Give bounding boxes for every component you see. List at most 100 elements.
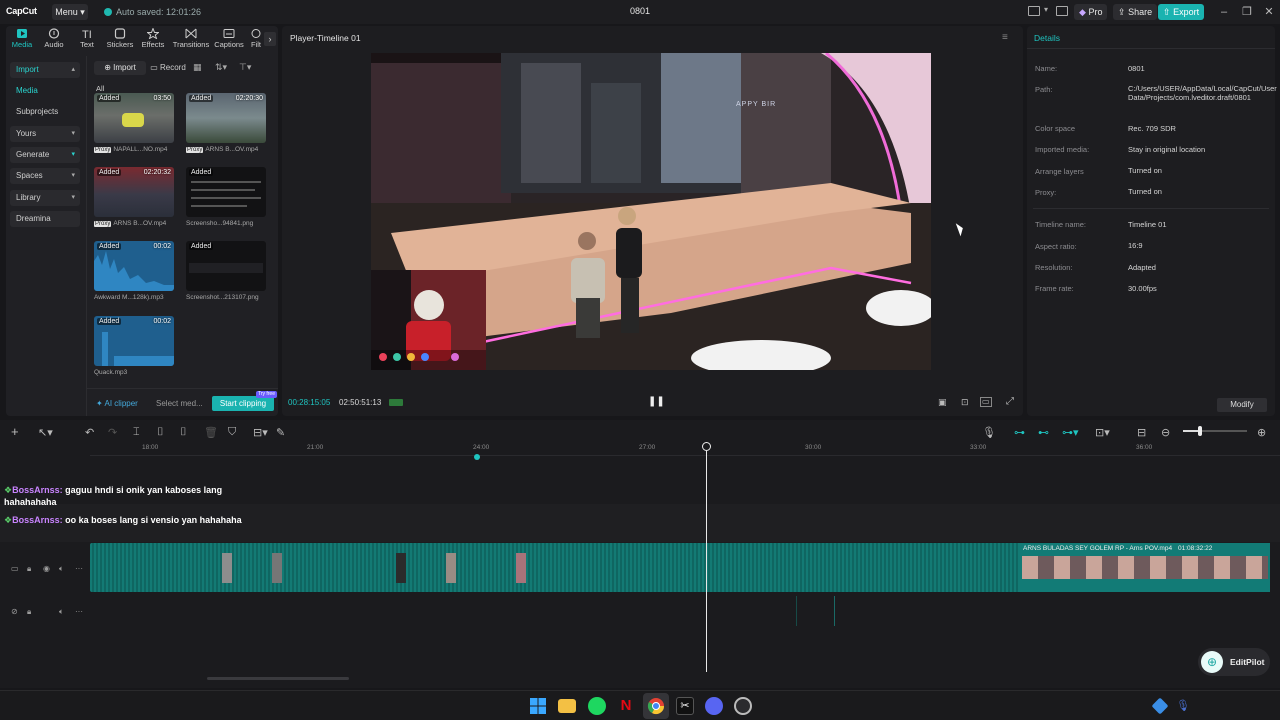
zoom-out-icon[interactable]: ⊖ xyxy=(1161,426,1170,439)
select-tool-icon[interactable]: ↖▾ xyxy=(38,426,53,439)
split-left-icon[interactable]: ⌷ xyxy=(157,426,164,439)
timeline-scrollbar[interactable] xyxy=(207,677,349,680)
draw-icon[interactable]: ✎ xyxy=(276,426,285,439)
windows-start-icon[interactable] xyxy=(529,697,547,715)
select-media-label: Select med... xyxy=(156,399,203,408)
media-item[interactable]: Added 00:02 Awkward M...128k).mp3 xyxy=(94,241,174,301)
crop-icon[interactable]: ⊟▾ xyxy=(253,426,268,439)
zoom-slider-handle[interactable] xyxy=(1198,426,1202,436)
file-explorer-icon[interactable] xyxy=(558,699,576,713)
maximize-icon[interactable]: ❐ xyxy=(1238,5,1256,19)
spotify-icon[interactable] xyxy=(588,697,606,715)
filter-icon[interactable]: ⊤▾ xyxy=(239,62,251,73)
layout-dropdown-icon[interactable]: ▾ xyxy=(1044,5,1048,14)
share-button[interactable]: ⇪ Share xyxy=(1113,4,1158,20)
menu-button[interactable]: Menu ▾ xyxy=(52,4,88,20)
sidebar-item-subprojects[interactable]: Subprojects xyxy=(10,104,80,120)
tab-effects[interactable]: Effects xyxy=(137,28,169,54)
import-button[interactable]: ⊕ Import xyxy=(94,61,146,75)
snap-icon[interactable]: ⊶▾ xyxy=(1062,426,1079,439)
close-icon[interactable]: ✕ xyxy=(1260,5,1278,19)
sidebar-item-spaces[interactable]: Spaces ▾ xyxy=(10,168,80,184)
fullscreen-icon[interactable]: ⤢ xyxy=(1006,396,1014,407)
microphone-icon[interactable]: 🎙 xyxy=(982,426,996,439)
start-clipping-button[interactable]: Start clipping Try free xyxy=(212,391,277,411)
mute-icon[interactable]: 🔈︎ xyxy=(59,564,64,574)
media-item[interactable]: Added 00:02 Quack.mp3 xyxy=(94,316,174,376)
tab-media[interactable]: Media xyxy=(6,28,38,54)
track-cover-icon[interactable]: ▭ xyxy=(11,564,19,573)
clip-segment[interactable]: ARNS BULADAS SEY GOLEM RP - Arns POV.mp4… xyxy=(1020,543,1270,592)
split-icon[interactable]: ⌶ xyxy=(133,426,140,439)
shield-icon[interactable]: ⛉ xyxy=(228,426,236,439)
playhead-line[interactable] xyxy=(706,450,707,672)
time-ruler[interactable] xyxy=(90,442,1280,456)
minimize-icon[interactable]: – xyxy=(1215,5,1233,19)
netflix-icon[interactable]: N xyxy=(617,697,635,715)
lock-icon[interactable]: 🔒︎ xyxy=(27,607,31,617)
tray-app-icon[interactable] xyxy=(1151,697,1169,715)
pause-button[interactable]: ❚❚ xyxy=(648,396,665,407)
tab-text[interactable]: TI Text xyxy=(71,28,103,54)
delete-icon[interactable]: 🗑 xyxy=(204,426,218,439)
zoom-fit-icon[interactable]: ⊡ xyxy=(961,397,969,408)
media-item[interactable]: Added Screenshot...213107.png xyxy=(186,241,266,301)
media-item[interactable]: Added 02:20:30 Proxy ARNS B...OV.mp4 xyxy=(186,93,266,153)
grid-view-icon[interactable]: ▦ xyxy=(193,62,202,73)
tab-stickers-label: Stickers xyxy=(106,40,134,49)
sidebar-item-yours[interactable]: Yours ▾ xyxy=(10,126,80,142)
sidebar-item-media[interactable]: Media xyxy=(10,83,80,99)
tab-captions[interactable]: Captions xyxy=(211,28,247,54)
export-button[interactable]: ⇧ Export xyxy=(1158,4,1205,20)
discord-icon[interactable] xyxy=(705,697,723,715)
media-item[interactable]: Added 02:20:32 Proxy ARNS B...OV.mp4 xyxy=(94,167,174,227)
sidebar-item-dreamina[interactable]: Dreamina xyxy=(10,211,80,227)
chrome-taskbar-slot[interactable] xyxy=(643,693,669,719)
ratio-icon[interactable]: ▭ xyxy=(980,397,992,407)
tab-stickers[interactable]: Stickers xyxy=(104,28,136,54)
sidebar-item-generate[interactable]: Generate ▾ xyxy=(10,147,80,163)
tray-mic-icon[interactable]: 🎙︎ xyxy=(1176,699,1190,712)
quality-icon[interactable]: ▣ xyxy=(938,397,947,408)
lock-icon[interactable]: 🔒︎ xyxy=(27,564,31,574)
video-preview[interactable]: APPY BIR xyxy=(371,53,931,370)
editpilot-button[interactable]: ⊕ EditPilot xyxy=(1198,648,1270,676)
link-icon[interactable]: ⊶ xyxy=(1014,426,1025,439)
audio-clip-marker[interactable] xyxy=(796,596,797,626)
ai-clipper-button[interactable]: ✦ AI clipper xyxy=(96,399,138,408)
marker-icon[interactable] xyxy=(474,454,480,460)
magnet-icon[interactable]: ⊷ xyxy=(1038,426,1049,439)
zoom-in-icon[interactable]: ⊕ xyxy=(1257,426,1266,439)
tabs-scroll-right-icon[interactable]: › xyxy=(264,32,276,46)
pro-button[interactable]: ◆ Pro xyxy=(1074,4,1108,20)
preview-icon[interactable]: ⊡▾ xyxy=(1095,426,1110,439)
track-cover-icon[interactable]: ⊘ xyxy=(11,607,18,616)
shortcut-icon[interactable] xyxy=(1056,6,1068,16)
modify-button[interactable]: Modify xyxy=(1217,398,1267,412)
tab-transitions[interactable]: Transitions xyxy=(172,28,210,54)
player-menu-icon[interactable]: ≡ xyxy=(1002,32,1008,43)
obs-icon[interactable] xyxy=(734,697,752,715)
sort-icon[interactable]: ⇅▾ xyxy=(215,62,227,73)
mute-icon[interactable]: 🔈︎ xyxy=(59,607,64,617)
eye-icon[interactable]: ◉ xyxy=(43,564,50,573)
record-button[interactable]: ▭ Record xyxy=(149,61,187,75)
media-item[interactable]: Added Screensho...94841.png xyxy=(186,167,266,227)
capcut-taskbar-icon[interactable]: ✂ xyxy=(676,697,694,715)
undo-icon[interactable]: ↶ xyxy=(85,426,94,439)
tab-audio[interactable]: Audio xyxy=(38,28,70,54)
caption-icon[interactable]: ⊟ xyxy=(1137,426,1146,439)
add-track-icon[interactable]: + xyxy=(11,424,19,439)
more-icon[interactable]: ··· xyxy=(75,607,83,616)
audio-clip-marker[interactable] xyxy=(834,596,835,626)
media-item[interactable]: Added 03:50 Proxy NAPALL...NO.mp4 xyxy=(94,93,174,153)
split-right-icon[interactable]: ⌷ xyxy=(180,426,187,439)
redo-icon[interactable]: ↷ xyxy=(108,426,117,439)
sidebar-item-import[interactable]: Import ▴ xyxy=(10,62,80,78)
zoom-slider[interactable] xyxy=(1183,426,1247,436)
video-clip[interactable]: ARNS BULADAS SEY GOLEM RP - Arns POV.mp4… xyxy=(90,543,1270,592)
layout-icon[interactable] xyxy=(1028,6,1040,16)
tab-filters[interactable]: Filt xyxy=(246,28,266,54)
sidebar-item-library[interactable]: Library ▾ xyxy=(10,190,80,206)
more-icon[interactable]: ··· xyxy=(75,564,83,573)
